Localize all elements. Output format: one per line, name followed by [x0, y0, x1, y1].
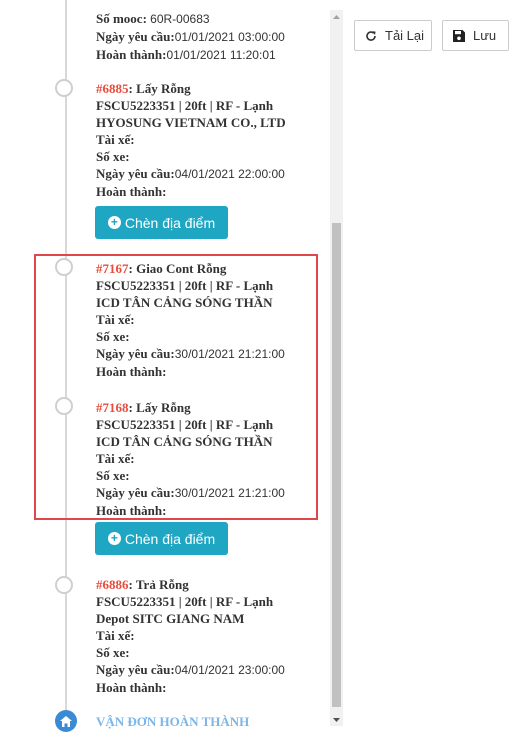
label-hoan-thanh: Hoàn thành: — [96, 47, 167, 62]
plus-circle-icon: + — [107, 216, 121, 229]
floppy-disk-icon — [453, 29, 465, 42]
order-code[interactable]: #6885 — [96, 81, 129, 96]
label-ngay-yeu-cau: Ngày yêu cầu: — [96, 662, 175, 677]
save-button[interactable]: Lưu — [442, 20, 509, 51]
container-info: FSCU5223351 | 20ft | RF - Lạnh — [96, 98, 274, 113]
order-action: : Lấy Rỗng — [128, 81, 191, 96]
bill-completed-label: VẬN ĐƠN HOÀN THÀNH — [96, 714, 250, 729]
insert-location-label: Chèn địa điểm — [124, 214, 216, 231]
timeline-item-6886: #6886: Trả Rỗng FSCU5223351 | 20ft | RF … — [96, 576, 316, 696]
reload-button[interactable]: Tải Lại — [354, 20, 432, 51]
home-icon — [55, 710, 77, 732]
plus-circle-icon: + — [107, 532, 121, 545]
label-tai-xe: Tài xế: — [96, 628, 135, 643]
timeline-panel: Số mooc: 60R-00683 Ngày yêu cầu:01/01/20… — [0, 0, 330, 736]
timeline-node — [55, 576, 73, 594]
save-label: Lưu — [473, 28, 497, 43]
selection-highlight-box — [34, 254, 318, 520]
label-so-xe: Số xe: — [96, 149, 130, 164]
insert-location-button[interactable]: + Chèn địa điểm — [95, 522, 228, 555]
ngay-yeu-cau-value: 04/01/2021 22:00:00 — [174, 167, 285, 181]
label-ngay-yeu-cau: Ngày yêu cầu: — [96, 29, 175, 44]
timeline-node — [55, 79, 73, 97]
order-action: : Trả Rỗng — [128, 577, 189, 592]
refresh-icon — [366, 30, 376, 41]
label-ngay-yeu-cau: Ngày yêu cầu: — [96, 166, 175, 181]
scrollbar-thumb[interactable] — [332, 223, 341, 707]
reload-label: Tải Lại — [385, 28, 425, 43]
insert-location-button[interactable]: + Chèn địa điểm — [95, 206, 228, 239]
ngay-yeu-cau-value: 04/01/2021 23:00:00 — [174, 663, 285, 677]
scroll-down-arrow-icon[interactable] — [330, 713, 343, 726]
scroll-up-arrow-icon[interactable] — [330, 10, 343, 23]
so-mooc-value: 60R-00683 — [150, 12, 210, 26]
label-so-xe: Số xe: — [96, 645, 130, 660]
label-hoan-thanh: Hoàn thành: — [96, 184, 167, 199]
location-name: HYOSUNG VIETNAM CO., LTD — [96, 115, 286, 130]
hoan-thanh-value: 01/01/2021 11:20:01 — [166, 48, 276, 62]
label-hoan-thanh: Hoàn thành: — [96, 680, 167, 695]
timeline-item-6885: #6885: Lấy Rỗng FSCU5223351 | 20ft | RF … — [96, 80, 316, 200]
label-tai-xe: Tài xế: — [96, 132, 135, 147]
timeline-item-top: Số mooc: 60R-00683 Ngày yêu cầu:01/01/20… — [96, 10, 316, 64]
label-so-mooc: Số mooc: — [96, 11, 147, 26]
location-name: Depot SITC GIANG NAM — [96, 611, 245, 626]
vertical-scrollbar[interactable] — [330, 10, 343, 726]
insert-location-label: Chèn địa điểm — [124, 530, 216, 547]
container-info: FSCU5223351 | 20ft | RF - Lạnh — [96, 594, 274, 609]
order-code[interactable]: #6886 — [96, 577, 129, 592]
ngay-yeu-cau-value: 01/01/2021 03:00:00 — [174, 30, 285, 44]
